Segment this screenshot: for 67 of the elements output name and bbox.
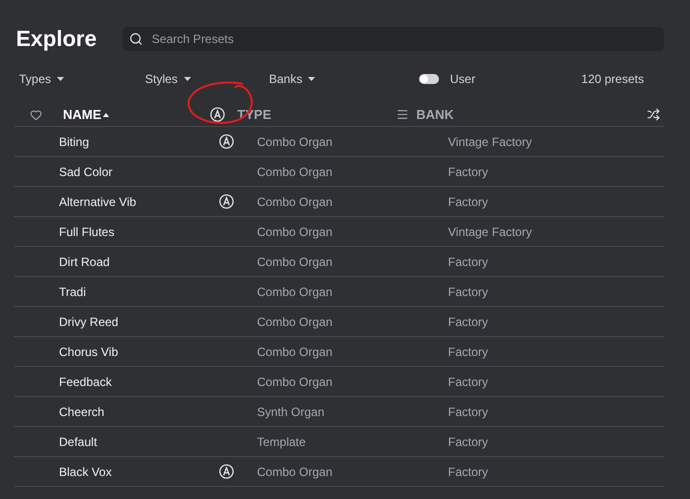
favorite-icon[interactable] — [30, 108, 42, 120]
preset-bank: Factory — [448, 404, 488, 420]
preset-name: Default — [59, 434, 98, 450]
preset-bank: Factory — [448, 434, 488, 450]
preset-count: 120 presets — [581, 71, 644, 88]
preset-bank: Vintage Factory — [448, 134, 532, 150]
preset-name: Drivy Reed — [59, 314, 120, 330]
caret-icon — [57, 77, 64, 81]
preset-bank: Factory — [448, 164, 488, 180]
caret-icon — [308, 77, 316, 81]
menu-icon[interactable] — [396, 108, 410, 121]
preset-row[interactable]: Black Vox Combo Organ Factory — [14, 457, 664, 487]
preset-row[interactable]: Drivy Reed Combo Organ Factory — [14, 307, 664, 337]
search-field[interactable]: Search Presets — [122, 26, 664, 50]
preset-row[interactable]: Chorus Vib Combo Organ Factory — [14, 337, 664, 367]
preset-name: Cheerch — [59, 404, 106, 420]
user-toggle[interactable] — [419, 74, 439, 84]
preset-row[interactable]: Full Flutes Combo Organ Vintage Factory — [14, 217, 664, 247]
preset-bank: Factory — [448, 254, 488, 270]
preset-name: Black Vox — [59, 464, 113, 480]
preset-type: Template — [257, 434, 307, 450]
preset-bank: Factory — [448, 194, 488, 210]
preset-type: Combo Organ — [257, 284, 334, 300]
preset-row[interactable]: Dirt Road Combo Organ Factory — [14, 247, 664, 277]
preset-name: Chorus Vib — [59, 344, 120, 360]
preset-bank: Vintage Factory — [448, 224, 532, 240]
filter-dropdown[interactable]: Types — [19, 70, 145, 88]
preset-row[interactable]: Alternative Vib Combo Organ Factory — [14, 187, 664, 217]
user-label: User — [450, 71, 476, 88]
preset-type: Combo Organ — [257, 374, 334, 390]
preset-type: Combo Organ — [257, 134, 334, 150]
preset-type: Synth Organ — [257, 404, 326, 420]
preset-type: Combo Organ — [257, 254, 334, 270]
preset-type: Combo Organ — [257, 194, 334, 210]
preset-bank: Factory — [448, 314, 488, 330]
preset-name: Tradi — [59, 284, 87, 300]
preset-name: Alternative Vib — [59, 194, 138, 210]
artist-badge-icon — [210, 107, 226, 122]
preset-row[interactable]: Feedback Combo Organ Factory — [14, 367, 664, 397]
preset-type: Combo Organ — [257, 164, 334, 180]
preset-type: Combo Organ — [257, 344, 334, 360]
preset-bank: Factory — [448, 374, 488, 390]
preset-row[interactable]: Default Template Factory — [14, 427, 664, 457]
preset-bank: Factory — [448, 344, 488, 360]
sort-ascending-icon — [103, 112, 110, 116]
preset-name: Sad Color — [59, 164, 114, 180]
preset-name: Full Flutes — [59, 224, 116, 240]
name-column-header[interactable]: NAME — [63, 104, 110, 124]
preset-type: Combo Organ — [257, 464, 334, 480]
preset-bank: Factory — [448, 464, 488, 480]
preset-row[interactable]: Biting Combo Organ Vintage Factory — [14, 127, 664, 157]
search-icon — [128, 32, 143, 46]
preset-row[interactable]: Cheerch Synth Organ Factory — [14, 397, 664, 427]
preset-bank: Factory — [448, 284, 488, 300]
shuffle-icon[interactable] — [647, 108, 660, 121]
filter-dropdown[interactable]: Banks — [269, 70, 393, 88]
preset-type: Combo Organ — [257, 314, 334, 330]
filter-dropdown[interactable]: Styles — [145, 70, 269, 88]
preset-row[interactable]: Sad Color Combo Organ Factory — [14, 157, 664, 187]
preset-name: Biting — [59, 134, 90, 150]
preset-name: Dirt Road — [59, 254, 111, 270]
bank-column-header[interactable]: BANK — [416, 104, 454, 124]
page-title: Explore — [16, 25, 97, 53]
preset-row[interactable]: Tradi Combo Organ Factory — [14, 277, 664, 307]
caret-icon — [184, 77, 191, 81]
preset-type: Combo Organ — [257, 224, 334, 240]
preset-name: Feedback — [59, 374, 113, 390]
